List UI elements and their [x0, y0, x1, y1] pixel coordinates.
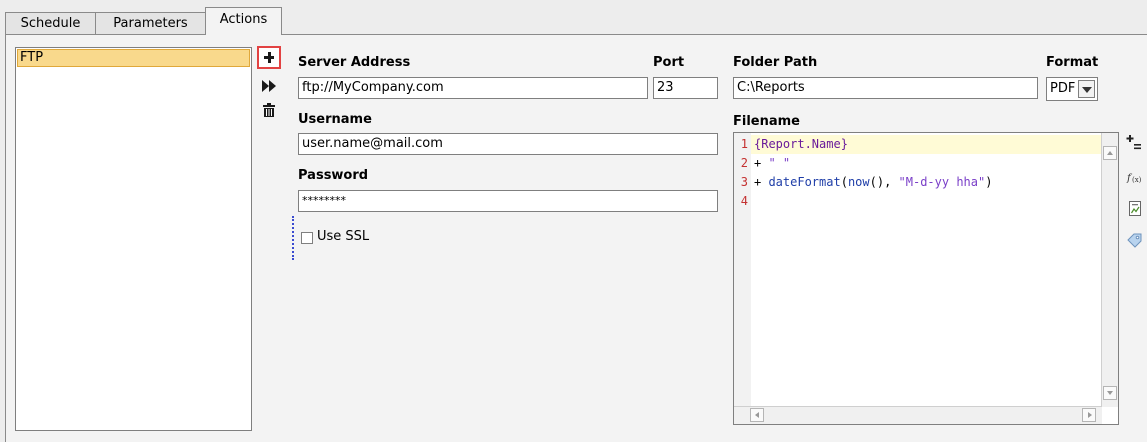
code-line: 3 + dateFormat(now(), "M-d-yy hha") [734, 173, 1094, 192]
code-token: (), [869, 175, 899, 189]
port-input[interactable]: 23 [653, 77, 718, 99]
format-label: Format [1046, 55, 1099, 70]
use-ssl-checkbox[interactable] [301, 232, 313, 244]
trash-icon[interactable] [263, 103, 275, 117]
code-line: 1 {Report.Name} [734, 135, 1094, 154]
group-separator [292, 216, 294, 260]
tab-parameters[interactable]: Parameters [95, 12, 206, 34]
code-token: ( [840, 175, 848, 189]
server-address-label: Server Address [298, 55, 411, 70]
username-input[interactable]: user.name@mail.com [298, 133, 718, 155]
line-number: 2 [740, 156, 748, 170]
chevron-down-icon[interactable] [1078, 80, 1095, 98]
tag-icon[interactable] [1127, 233, 1143, 249]
line-number: 3 [740, 175, 748, 189]
svg-text:(x): (x) [1132, 176, 1142, 184]
window: Schedule Parameters Actions FTP Server A… [0, 0, 1147, 442]
code-token: " " [768, 156, 791, 170]
folder-path-label: Folder Path [733, 55, 818, 70]
list-item-ftp[interactable]: FTP [17, 49, 250, 67]
horizontal-scrollbar[interactable] [734, 406, 1102, 424]
format-select[interactable]: PDF [1046, 77, 1098, 101]
port-label: Port [653, 55, 685, 70]
fast-forward-icon[interactable] [262, 80, 276, 92]
code-text: {Report.Name} [754, 135, 848, 154]
code-token: dateFormat [768, 175, 841, 189]
scroll-down-icon[interactable] [1103, 386, 1117, 400]
password-input[interactable]: ******** [298, 190, 718, 212]
line-number: 1 [740, 137, 748, 151]
code-line: 2 + " " [734, 154, 1094, 173]
vertical-scrollbar[interactable] [1101, 133, 1118, 407]
scroll-right-icon[interactable] [1082, 408, 1096, 422]
code-token: + [754, 156, 769, 170]
report-icon[interactable] [1128, 201, 1144, 217]
code-token: + [754, 175, 769, 189]
line-number: 4 [740, 194, 748, 208]
tab-actions[interactable]: Actions [205, 7, 282, 35]
code-token: {Report.Name} [754, 137, 848, 151]
scroll-up-icon[interactable] [1103, 146, 1117, 160]
folder-path-input[interactable]: C:\Reports [733, 77, 1038, 99]
code-text: + " " [754, 154, 790, 173]
scroll-left-icon[interactable] [750, 408, 764, 422]
insert-field-icon[interactable] [1126, 135, 1142, 151]
code-token: ) [985, 175, 993, 189]
username-label: Username [298, 112, 372, 127]
filename-label: Filename [733, 114, 800, 129]
code-text: + dateFormat(now(), "M-d-yy hha") [754, 173, 992, 192]
add-action-button[interactable] [257, 46, 281, 69]
function-icon[interactable]: f (x) [1126, 169, 1142, 185]
code-line: 4 [734, 192, 1094, 211]
tab-schedule[interactable]: Schedule [5, 12, 96, 34]
code-token: now [847, 175, 870, 189]
server-address-input[interactable]: ftp://MyCompany.com [298, 77, 648, 99]
code-token: "M-d-yy hha" [898, 175, 986, 189]
password-label: Password [298, 168, 369, 183]
use-ssl-label[interactable]: Use SSL [317, 229, 369, 244]
filename-editor[interactable]: 1 {Report.Name} 2 + " " 3 + dateFormat(now(),… [733, 132, 1119, 425]
format-value: PDF [1050, 81, 1076, 96]
actions-list[interactable]: FTP [15, 47, 252, 431]
